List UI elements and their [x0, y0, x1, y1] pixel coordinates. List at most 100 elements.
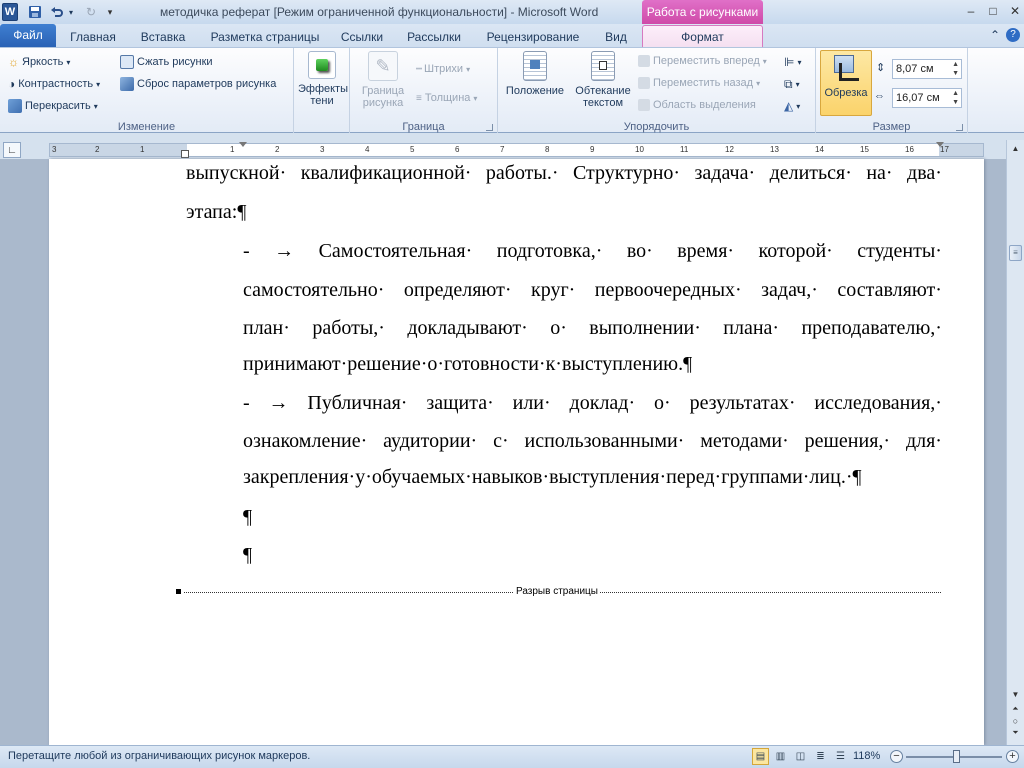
- recolor-button[interactable]: Перекрасить ▾: [8, 99, 98, 113]
- scroll-thumb[interactable]: ≡: [1009, 245, 1022, 261]
- word-app-icon[interactable]: W: [2, 3, 18, 21]
- rotate-button[interactable]: ◭ ▾: [784, 99, 800, 113]
- tab-references[interactable]: Ссылки: [334, 26, 390, 48]
- tab-insert[interactable]: Вставка: [130, 26, 196, 48]
- doc-line-1: выпускной· квалификационной· работы.· Струк…: [186, 162, 942, 185]
- compress-pictures-button[interactable]: Сжать рисунки: [120, 55, 213, 69]
- full-screen-reading-icon[interactable]: ▥: [772, 748, 789, 765]
- tab-selector-icon[interactable]: ∟: [3, 142, 21, 158]
- dashes-button[interactable]: ┅ Штрихи ▾: [416, 63, 470, 75]
- selection-pane-button[interactable]: Область выделения: [638, 99, 756, 111]
- paragraph-mark-square: [176, 589, 181, 594]
- tab-mailings[interactable]: Рассылки: [396, 26, 472, 48]
- chevron-down-icon: ▾: [796, 101, 801, 111]
- maximize-icon[interactable]: □: [982, 3, 1004, 19]
- doc-word: два·: [907, 162, 942, 184]
- send-backward-label: Переместить назад: [653, 77, 754, 89]
- reset-picture-label: Сброс параметров рисунка: [137, 78, 277, 90]
- doc-word: Структурно·: [572, 162, 681, 184]
- selection-pane-label: Область выделения: [653, 99, 756, 111]
- dashes-icon: ┅: [416, 63, 422, 75]
- shadow-effects-icon: [308, 51, 336, 79]
- width-input[interactable]: 16,07 см ▲ ▼: [892, 88, 962, 108]
- width-spinner-icon[interactable]: ▲ ▼: [952, 89, 959, 107]
- ruler-number: 6: [455, 145, 460, 154]
- recolor-label: Перекрасить: [25, 100, 91, 112]
- crop-button[interactable]: Обрезка: [820, 50, 872, 116]
- doc-word: квалификационной·: [300, 162, 472, 184]
- status-message: Перетащите любой из ограничивающих рисун…: [8, 750, 311, 762]
- left-indent-marker[interactable]: [181, 150, 189, 158]
- tab-view[interactable]: Вид: [594, 26, 638, 48]
- group-objects-button[interactable]: ⧉ ▾: [784, 77, 800, 92]
- doc-word: ознакомление·: [243, 430, 368, 452]
- scroll-down-icon[interactable]: ▼: [1009, 688, 1022, 702]
- redo-icon[interactable]: ↻: [82, 3, 100, 21]
- doc-word: использованными·: [524, 430, 685, 452]
- previous-page-icon[interactable]: ⏶: [1009, 704, 1022, 716]
- ruler-number: 1: [230, 145, 235, 154]
- outline-view-icon[interactable]: ≣: [812, 748, 829, 765]
- weight-button[interactable]: ≡ Толщина ▾: [416, 92, 477, 104]
- doc-word: решения,·: [804, 430, 891, 452]
- wrap-text-label-1: Обтекание: [575, 85, 631, 97]
- width-icon: ⇔: [874, 90, 885, 102]
- reset-picture-button[interactable]: Сброс параметров рисунка: [120, 77, 276, 91]
- group-arrange: Положение Обтекание текстом Переместить …: [498, 48, 816, 134]
- first-line-indent-marker[interactable]: [239, 142, 247, 147]
- crop-icon: [831, 53, 861, 83]
- zoom-in-icon[interactable]: +: [1006, 750, 1019, 763]
- draft-view-icon[interactable]: ☰: [832, 748, 849, 765]
- web-layout-icon[interactable]: ◫: [792, 748, 809, 765]
- right-indent-marker[interactable]: [936, 142, 944, 147]
- help-icon[interactable]: ?: [1006, 28, 1020, 42]
- print-layout-view-icon[interactable]: ▤: [752, 748, 769, 765]
- zoom-percent[interactable]: 118%: [853, 750, 880, 762]
- send-backward-button[interactable]: Переместить назад ▾: [638, 77, 760, 89]
- bring-forward-button[interactable]: Переместить вперед ▾: [638, 55, 767, 67]
- wrap-text-button[interactable]: Обтекание текстом: [570, 51, 636, 109]
- tab-home[interactable]: Главная: [62, 26, 124, 48]
- border-dialog-launcher-icon[interactable]: [486, 124, 493, 131]
- group-size: Обрезка ⇕ 8,07 см ▲ ▼ ⇔ 16,07 см ▲ ▼ Разме…: [816, 48, 968, 134]
- chevron-down-icon: ▾: [473, 93, 478, 103]
- align-button[interactable]: ⊫ ▾: [784, 55, 801, 69]
- horizontal-ruler[interactable]: 3 2 1 1 2 3 4 5 6 7 8 9 10 11 12 13 14 15 16 17: [49, 142, 984, 158]
- align-icon: ⊫: [784, 55, 795, 69]
- group-objects-icon: ⧉: [784, 77, 793, 91]
- picture-border-button[interactable]: ✎ Граница рисунка: [356, 51, 410, 109]
- group-shadow-effects: Эффекты тени: [294, 48, 350, 134]
- minimize-ribbon-icon[interactable]: ⌃: [990, 28, 1000, 42]
- scroll-up-icon[interactable]: ▲: [1009, 142, 1022, 156]
- save-icon[interactable]: [26, 3, 44, 21]
- zoom-out-icon[interactable]: −: [890, 750, 903, 763]
- customize-qat-icon[interactable]: ▾: [104, 3, 116, 21]
- contrast-button[interactable]: ◑ Контрастность ▾: [8, 77, 100, 91]
- undo-icon[interactable]: [48, 3, 66, 21]
- tab-review[interactable]: Рецензирование: [478, 26, 588, 48]
- height-input[interactable]: 8,07 см ▲ ▼: [892, 59, 962, 79]
- chevron-down-icon: ▾: [96, 79, 101, 89]
- tab-format[interactable]: Формат: [642, 25, 763, 48]
- size-dialog-launcher-icon[interactable]: [956, 124, 963, 131]
- undo-dropdown-icon[interactable]: ▾: [66, 3, 76, 21]
- close-icon[interactable]: ✕: [1004, 3, 1024, 19]
- brightness-button[interactable]: ☼ Яркость ▾: [8, 55, 70, 69]
- doc-line-4: самостоятельно· определяют· круг· первоочер…: [243, 279, 942, 302]
- tab-page-layout[interactable]: Разметка страницы: [202, 26, 328, 48]
- height-spinner-icon[interactable]: ▲ ▼: [952, 60, 959, 78]
- doc-line-3: - → Самостоятельная· подготовка,· во· время· к…: [243, 240, 942, 263]
- group-border-label: Граница: [402, 121, 445, 133]
- doc-word: методами·: [700, 430, 789, 452]
- zoom-slider-thumb[interactable]: [953, 750, 960, 763]
- shadow-effects-button[interactable]: Эффекты тени: [298, 51, 348, 107]
- page-break-label: Разрыв страницы: [514, 586, 600, 597]
- browse-object-icon[interactable]: ○: [1009, 716, 1022, 728]
- tab-file[interactable]: Файл: [0, 24, 56, 47]
- minimize-icon[interactable]: –: [960, 3, 982, 19]
- next-page-icon[interactable]: ⏷: [1009, 728, 1022, 740]
- position-button[interactable]: Положение: [502, 51, 568, 97]
- vertical-scrollbar[interactable]: ▲ ≡ ▼ ⏶ ○ ⏷: [1006, 140, 1024, 745]
- doc-line-5: план· работы,· докладывают· о· выполнении· пл…: [243, 317, 942, 340]
- doc-word: подготовка,·: [496, 240, 603, 262]
